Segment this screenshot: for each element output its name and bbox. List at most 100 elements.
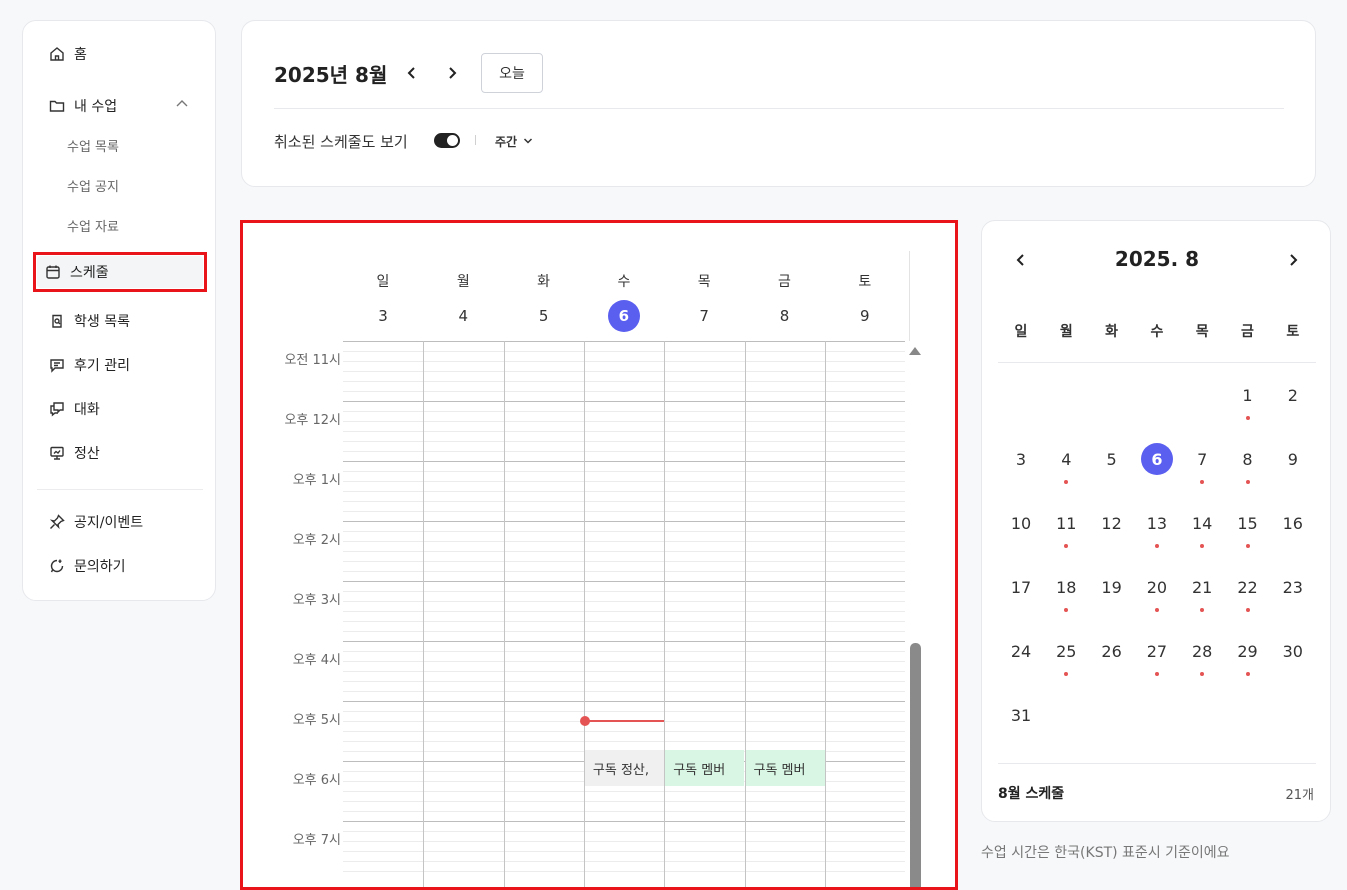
mini-day[interactable]: 14 bbox=[1182, 507, 1222, 539]
mini-day[interactable]: 15 bbox=[1228, 507, 1268, 539]
sidebar-item-reviews[interactable]: 후기 관리 bbox=[23, 348, 130, 382]
minor-line bbox=[343, 561, 905, 562]
mini-day[interactable]: 22 bbox=[1228, 571, 1268, 603]
mini-day[interactable]: 6 bbox=[1137, 443, 1177, 475]
scrollbar-thumb[interactable] bbox=[910, 643, 921, 887]
mini-day[interactable]: 26 bbox=[1092, 635, 1132, 667]
mini-day-number: 18 bbox=[1056, 577, 1077, 597]
mini-weekday-label: 수 bbox=[1150, 324, 1164, 340]
chevron-up-icon[interactable] bbox=[174, 96, 190, 112]
mini-day[interactable]: 24 bbox=[1001, 635, 1041, 667]
minor-line bbox=[343, 711, 905, 712]
timezone-note: 수업 시간은 한국(KST) 표준시 기준이에요 bbox=[981, 845, 1230, 861]
week-date-number: 8 bbox=[779, 307, 790, 325]
hour-line bbox=[343, 521, 905, 522]
week-date[interactable]: 6 bbox=[584, 300, 664, 332]
event-block[interactable]: 구독 멤버 bbox=[745, 750, 825, 786]
mini-day-number: 5 bbox=[1106, 449, 1117, 469]
message-circle-icon bbox=[48, 557, 66, 575]
show-cancelled-toggle[interactable] bbox=[434, 133, 460, 148]
mini-day[interactable]: 9 bbox=[1273, 443, 1313, 475]
schedule-dot bbox=[1200, 544, 1205, 548]
sidebar-item-chat[interactable]: 대화 bbox=[23, 392, 100, 426]
mini-divider-top bbox=[998, 362, 1316, 363]
mini-day[interactable]: 7 bbox=[1182, 443, 1222, 475]
mini-day[interactable]: 10 bbox=[1001, 507, 1041, 539]
mini-day[interactable]: 30 bbox=[1273, 635, 1313, 667]
current-time-line bbox=[584, 720, 664, 722]
mini-weekday-label: 금 bbox=[1241, 324, 1254, 340]
scroll-up-arrow[interactable] bbox=[909, 347, 921, 355]
weekly-calendar: 일 3 월 4 화 5 수 6 목 7 금 8 토 9 오전 11시 오후 12시 오후 1시 오후 2시 오후 … bbox=[240, 220, 958, 890]
schedule-dot bbox=[1200, 672, 1205, 676]
minor-line bbox=[343, 731, 905, 732]
mini-day[interactable]: 11 bbox=[1046, 507, 1086, 539]
sidebar-item-label: 후기 관리 bbox=[74, 358, 130, 374]
mini-day[interactable]: 28 bbox=[1182, 635, 1222, 667]
mini-day[interactable]: 3 bbox=[1001, 443, 1041, 475]
sidebar-subitem-class-material[interactable]: 수업 자료 bbox=[67, 210, 119, 240]
mini-day-number: 31 bbox=[1010, 705, 1032, 725]
minor-line bbox=[343, 551, 905, 552]
mini-day-number: 11 bbox=[1056, 513, 1077, 533]
today-button[interactable]: 오늘 bbox=[481, 53, 543, 93]
mini-day[interactable]: 25 bbox=[1046, 635, 1086, 667]
mini-day[interactable]: 23 bbox=[1273, 571, 1313, 603]
mini-day[interactable]: 20 bbox=[1137, 571, 1177, 603]
sidebar-subitem-class-list[interactable]: 수업 목록 bbox=[67, 130, 119, 160]
mini-day[interactable]: 29 bbox=[1228, 635, 1268, 667]
mini-day[interactable]: 8 bbox=[1228, 443, 1268, 475]
schedule-dot bbox=[1245, 608, 1250, 612]
mini-day[interactable]: 27 bbox=[1137, 635, 1177, 667]
prev-month-button[interactable] bbox=[400, 61, 424, 85]
sidebar-item-settlement[interactable]: 정산 bbox=[23, 436, 100, 470]
mini-day[interactable]: 12 bbox=[1092, 507, 1132, 539]
mini-day[interactable]: 13 bbox=[1137, 507, 1177, 539]
mini-day[interactable]: 2 bbox=[1273, 379, 1313, 411]
mini-next-month-button[interactable] bbox=[1281, 248, 1305, 272]
week-date[interactable]: 8 bbox=[745, 301, 825, 331]
event-block[interactable]: 구독 정산, bbox=[584, 750, 665, 786]
minor-line bbox=[343, 391, 905, 392]
mini-day-number: 21 bbox=[1192, 577, 1213, 597]
week-date[interactable]: 9 bbox=[825, 301, 905, 331]
schedule-dot bbox=[1200, 480, 1205, 484]
week-date[interactable]: 5 bbox=[504, 301, 584, 331]
mini-day[interactable]: 17 bbox=[1001, 571, 1041, 603]
mini-day[interactable]: 21 bbox=[1182, 571, 1222, 603]
minor-line bbox=[343, 371, 905, 372]
hour-line bbox=[343, 401, 905, 402]
sidebar-item-notice-event[interactable]: 공지/이벤트 bbox=[23, 505, 143, 539]
weekday-label: 일 bbox=[376, 274, 390, 290]
view-mode-select[interactable]: 주간 bbox=[495, 131, 533, 151]
week-date[interactable]: 4 bbox=[423, 301, 503, 331]
minor-line bbox=[343, 541, 905, 542]
mini-day[interactable]: 4 bbox=[1046, 443, 1086, 475]
mini-day[interactable]: 5 bbox=[1092, 443, 1132, 475]
mini-day-number: 15 bbox=[1237, 513, 1258, 533]
sidebar-item-inquiry[interactable]: 문의하기 bbox=[23, 549, 126, 583]
mini-day[interactable]: 1 bbox=[1228, 379, 1268, 411]
week-date-number: 5 bbox=[538, 307, 549, 325]
mini-day[interactable]: 31 bbox=[1001, 699, 1041, 731]
header-card: 2025년 8월 오늘 취소된 스케줄도 보기 주간 bbox=[241, 20, 1316, 187]
week-date[interactable]: 7 bbox=[664, 301, 744, 331]
day-column-divider bbox=[503, 341, 505, 887]
minor-line bbox=[343, 691, 905, 692]
day-column-divider bbox=[824, 341, 826, 887]
next-month-button[interactable] bbox=[440, 61, 464, 85]
mini-day[interactable]: 19 bbox=[1092, 571, 1132, 603]
sidebar-item-my-class[interactable]: 내 수업 bbox=[23, 89, 117, 123]
sidebar-item-students[interactable]: 학생 목록 bbox=[23, 304, 130, 338]
clipboard-search-icon bbox=[48, 312, 66, 330]
mini-day[interactable]: 16 bbox=[1273, 507, 1313, 539]
week-grid[interactable] bbox=[343, 341, 905, 887]
event-block[interactable]: 구독 멤버 bbox=[665, 750, 745, 786]
hour-line bbox=[343, 341, 905, 342]
sidebar-item-home[interactable]: 홈 bbox=[23, 37, 87, 71]
mini-day[interactable]: 18 bbox=[1046, 571, 1086, 603]
minor-line bbox=[343, 451, 905, 452]
mini-day-number: 6 bbox=[1140, 443, 1173, 475]
sidebar-subitem-class-notice[interactable]: 수업 공지 bbox=[67, 170, 119, 200]
week-date[interactable]: 3 bbox=[343, 301, 423, 331]
